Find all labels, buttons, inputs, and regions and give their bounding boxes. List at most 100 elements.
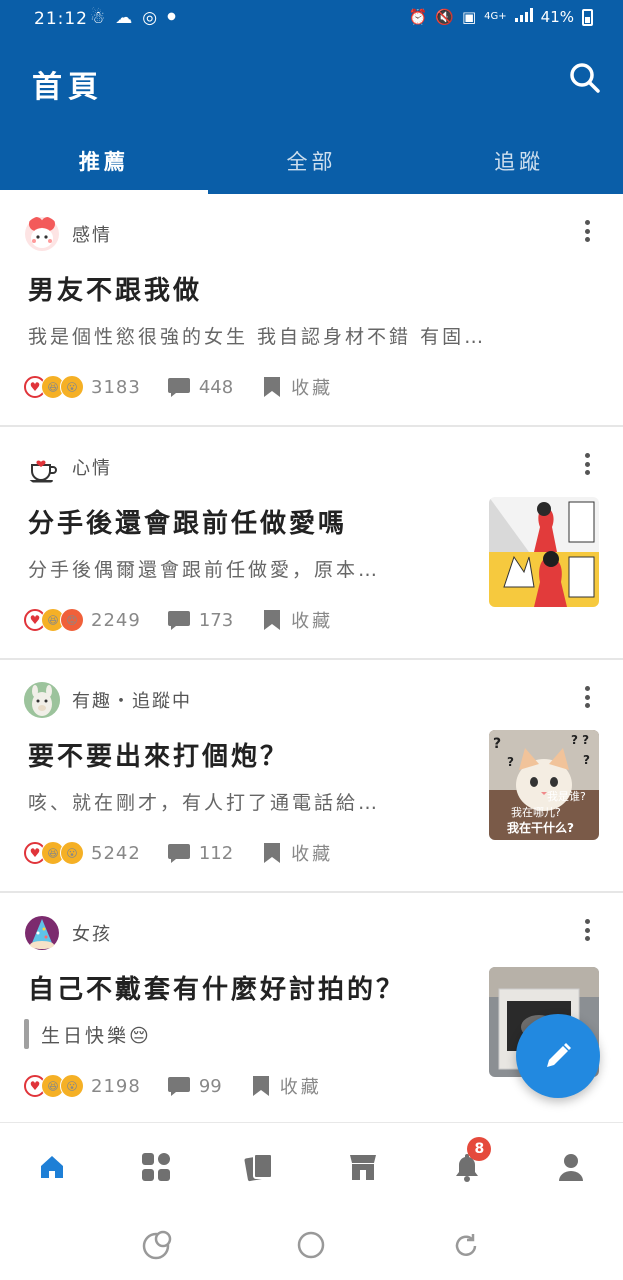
nav-home[interactable] bbox=[0, 1123, 104, 1211]
post-title[interactable]: 男友不跟我做 bbox=[28, 270, 202, 307]
wow-icon: 😮 bbox=[60, 375, 84, 399]
bookmark-label: 收藏 bbox=[291, 378, 334, 399]
comment-count: 173 bbox=[198, 609, 234, 631]
nav-profile[interactable] bbox=[519, 1123, 623, 1211]
bookmark-label: 收藏 bbox=[279, 1077, 322, 1098]
board-avatar bbox=[24, 216, 60, 252]
comment-icon bbox=[167, 1077, 190, 1096]
battery-icon bbox=[582, 8, 593, 26]
comment-count: 448 bbox=[198, 376, 234, 398]
svg-text:? ?: ? ? bbox=[571, 733, 589, 747]
nav-boards[interactable] bbox=[104, 1123, 208, 1211]
tab-recommended[interactable]: 推薦 bbox=[0, 136, 208, 194]
reaction-icons: 😆 😮 bbox=[24, 375, 84, 399]
comment-count: 112 bbox=[198, 842, 234, 864]
notification-badge: 8 bbox=[467, 1137, 492, 1161]
wow-icon: 😮 bbox=[60, 841, 84, 865]
tab-following[interactable]: 追蹤 bbox=[415, 136, 623, 194]
post-feed: 感情 男友不跟我做 我是個性慾很強的女生 我自認身材不錯 有固… 😆 😮 318… bbox=[0, 194, 623, 1133]
comment-icon bbox=[167, 378, 190, 397]
status-bar: 21:12 ☃ ☁ ◎ ● ⏰ 🔇 ▣ 4G+ 41% bbox=[0, 0, 623, 38]
post-card[interactable]: 女孩 自己不戴套有什麼好討拍的？ 生日快樂😔 😆 😮 2198 99 收藏 bbox=[0, 893, 623, 1133]
nav-notifications[interactable]: 8 bbox=[415, 1123, 519, 1211]
board-name[interactable]: 心情 bbox=[72, 454, 112, 480]
cards-icon bbox=[244, 1153, 273, 1182]
comment-count: 99 bbox=[198, 1075, 222, 1097]
bookmark-icon bbox=[264, 843, 281, 863]
post-thumbnail[interactable]: ? ? ? ? ? 我是谁? 我在哪儿? 我在干什么? bbox=[489, 730, 599, 840]
post-excerpt: 咳、就在剛才，有人打了通電話給… bbox=[28, 792, 381, 814]
search-icon bbox=[570, 63, 600, 93]
network-type: 4G+ bbox=[484, 11, 507, 22]
reaction-icons: 😆 😮 bbox=[24, 1074, 84, 1098]
post-card[interactable]: 心情 分手後還會跟前任做愛嗎 分手後偶爾還會跟前任做愛，原本… 😆 😡 2249… bbox=[0, 427, 623, 660]
bookmark-button[interactable]: 收藏 bbox=[263, 607, 333, 633]
post-title[interactable]: 要不要出來打個炮？ bbox=[28, 736, 289, 773]
reaction-icons: 😆 😮 bbox=[24, 841, 84, 865]
tab-bar: 推薦 全部 追蹤 bbox=[0, 136, 623, 194]
recent-apps-button[interactable] bbox=[139, 1227, 175, 1263]
chrome-icon: ◎ bbox=[142, 8, 158, 28]
home-system-button[interactable] bbox=[293, 1227, 329, 1263]
signal-icon bbox=[514, 8, 533, 26]
notification-icon: ☃ bbox=[90, 8, 106, 28]
system-navigation bbox=[0, 1210, 623, 1280]
quote-bar bbox=[24, 1019, 29, 1049]
more-options-button[interactable] bbox=[579, 686, 595, 708]
page-title: 首頁 bbox=[32, 70, 104, 105]
post-title[interactable]: 自己不戴套有什麼好討拍的？ bbox=[28, 969, 405, 1006]
wow-icon: 😮 bbox=[60, 1074, 84, 1098]
reaction-count: 2249 bbox=[91, 609, 141, 631]
circle-icon bbox=[298, 1231, 325, 1259]
profile-icon bbox=[559, 1154, 584, 1181]
comment-icon bbox=[167, 611, 190, 630]
comment-icon bbox=[167, 844, 190, 863]
board-name[interactable]: 有趣・追蹤中 bbox=[72, 687, 192, 713]
dot-icon: ● bbox=[167, 11, 176, 22]
post-title[interactable]: 分手後還會跟前任做愛嗎 bbox=[28, 503, 347, 540]
more-options-button[interactable] bbox=[579, 453, 595, 475]
post-thumbnail[interactable] bbox=[489, 497, 599, 607]
cloud-icon: ☁ bbox=[115, 8, 133, 28]
data-saver-icon: ▣ bbox=[461, 8, 477, 26]
post-excerpt: 生日快樂😔 bbox=[41, 1024, 152, 1047]
recents-icon bbox=[142, 1230, 172, 1260]
svg-text:?: ? bbox=[493, 736, 501, 752]
bookmark-label: 收藏 bbox=[291, 611, 334, 632]
thumb-caption: 我在干什么? bbox=[507, 820, 574, 835]
reaction-count: 2198 bbox=[91, 1075, 141, 1097]
search-button[interactable] bbox=[569, 62, 601, 94]
bookmark-button[interactable]: 收藏 bbox=[263, 374, 333, 400]
bookmark-icon bbox=[264, 610, 281, 630]
reaction-count: 3183 bbox=[91, 376, 141, 398]
home-icon bbox=[40, 1156, 63, 1178]
back-system-button[interactable] bbox=[448, 1227, 484, 1263]
status-time: 21:12 bbox=[34, 9, 88, 29]
mute-icon: 🔇 bbox=[435, 8, 454, 26]
app-header: 首頁 推薦 全部 追蹤 bbox=[0, 38, 623, 194]
post-excerpt: 我是個性慾很強的女生 我自認身材不錯 有固… bbox=[28, 326, 487, 348]
bookmark-label: 收藏 bbox=[291, 844, 334, 865]
pencil-icon bbox=[547, 1043, 571, 1067]
bookmark-button[interactable]: 收藏 bbox=[263, 840, 333, 866]
board-avatar bbox=[24, 449, 60, 485]
post-card[interactable]: 有趣・追蹤中 要不要出來打個炮？ 咳、就在剛才，有人打了通電話給… 😆 😮 52… bbox=[0, 660, 623, 893]
nav-store[interactable] bbox=[311, 1123, 415, 1211]
board-avatar bbox=[24, 915, 60, 951]
more-options-button[interactable] bbox=[579, 220, 595, 242]
bookmark-button[interactable]: 收藏 bbox=[252, 1073, 322, 1099]
board-name[interactable]: 感情 bbox=[72, 221, 112, 247]
rotate-icon bbox=[455, 1234, 477, 1256]
more-options-button[interactable] bbox=[579, 919, 595, 941]
post-card[interactable]: 感情 男友不跟我做 我是個性慾很強的女生 我自認身材不錯 有固… 😆 😮 318… bbox=[0, 194, 623, 427]
angry-icon: 😡 bbox=[60, 608, 84, 632]
post-excerpt: 分手後偶爾還會跟前任做愛，原本… bbox=[28, 559, 381, 581]
reaction-count: 5242 bbox=[91, 842, 141, 864]
nav-cards[interactable] bbox=[208, 1123, 312, 1211]
new-post-button[interactable] bbox=[516, 1014, 600, 1098]
tab-all[interactable]: 全部 bbox=[208, 136, 416, 194]
bottom-navigation: 8 bbox=[0, 1122, 623, 1211]
bookmark-icon bbox=[264, 377, 281, 397]
thumb-caption: 我是谁? bbox=[547, 790, 586, 803]
board-name[interactable]: 女孩 bbox=[72, 920, 112, 946]
